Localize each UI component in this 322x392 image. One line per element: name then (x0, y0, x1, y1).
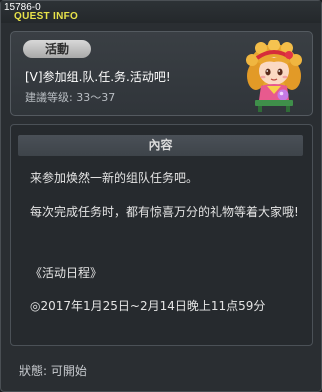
content-header: 內容 (18, 135, 303, 156)
schedule-heading: 《活动日程》 (30, 266, 103, 280)
event-badge: 活動 (23, 40, 91, 58)
event-name: [V]参加组.队.任.务.活动吧! (25, 70, 171, 84)
content-line: 每次完成任务时，都有惊喜万分的礼物等着大家哦! (30, 205, 299, 219)
recommended-level: 建議等级: 33〜37 (25, 91, 116, 104)
window-title: QUEST INFO (14, 11, 79, 22)
quest-content-panel: 內容 来参加焕然一新的组队任务吧。 每次完成任务时，都有惊喜万分的礼物等着大家哦… (10, 124, 313, 346)
content-line: 来参加焕然一新的组队任务吧。 (30, 171, 199, 185)
event-summary-panel: 活動 [V]参加组.队.任.务.活动吧! 建議等级: 33〜37 (10, 31, 313, 116)
npc-portrait-icon (246, 40, 302, 112)
quest-status: 狀態: 可開始 (19, 364, 87, 378)
quest-info-window: 15786-0 QUEST INFO 活動 [V]参加组.队.任.务.活动吧! … (0, 0, 322, 392)
content-body: 来参加焕然一新的组队任务吧。 每次完成任务时，都有惊喜万分的礼物等着大家哦! 《… (30, 169, 302, 315)
schedule-dates: ◎2017年1月25日~2月14日晚上11点59分 (30, 299, 266, 313)
title-bar[interactable]: 15786-0 QUEST INFO (1, 1, 321, 23)
